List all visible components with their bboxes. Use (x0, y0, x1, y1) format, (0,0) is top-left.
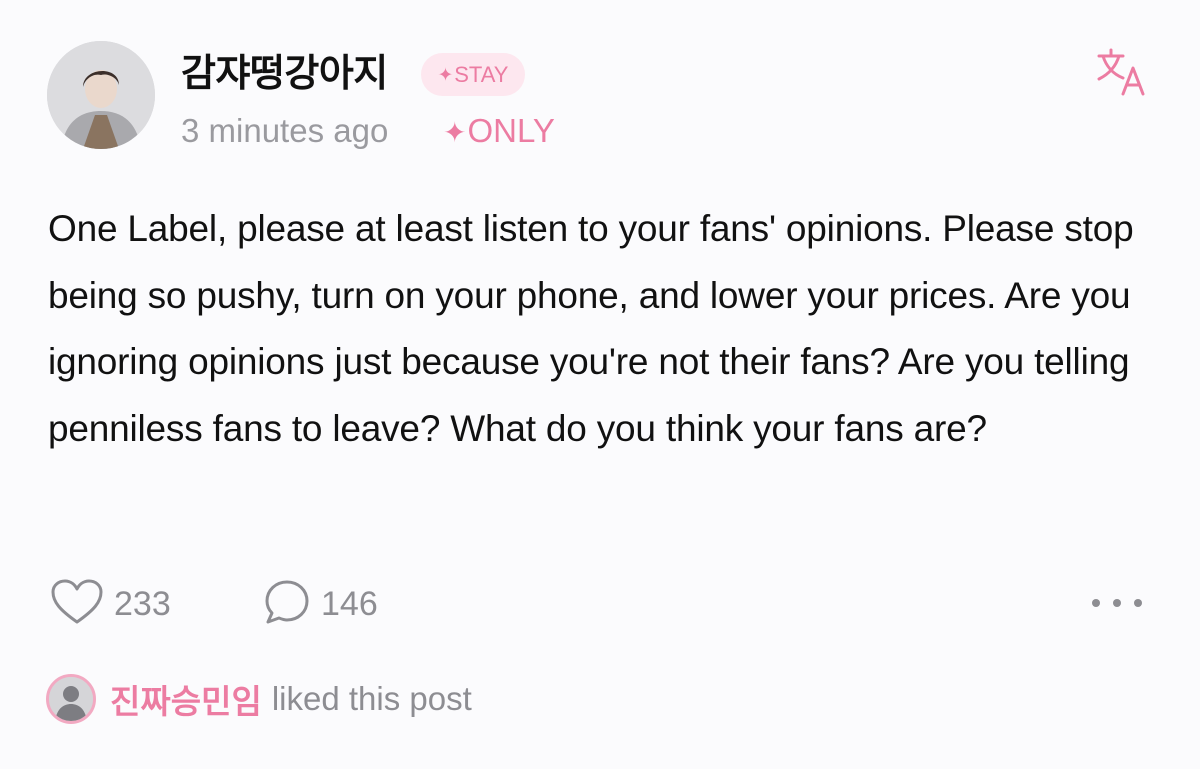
sparkle-icon: ✦ (437, 63, 454, 85)
translate-icon[interactable] (1097, 48, 1147, 96)
like-count: 233 (114, 585, 171, 623)
fan-badge: ✦ STAY (421, 53, 525, 96)
post-card: 감쟈떵강아지 ✦ STAY 3 minutes ago ✦ONLY One Lab… (0, 0, 1200, 769)
comment-count: 146 (321, 585, 378, 623)
badge-label: STAY (454, 61, 509, 87)
visibility-label: ONLY (467, 112, 555, 149)
post-body: One Label, please at least listen to you… (48, 208, 1134, 449)
sparkle-icon: ✦ (443, 117, 467, 148)
comment-button[interactable]: 146 (263, 578, 378, 630)
comment-bubble-icon[interactable] (263, 578, 311, 631)
like-button[interactable]: 233 (50, 578, 171, 630)
liker-avatar[interactable] (46, 674, 96, 724)
liked-text: liked this post (271, 680, 472, 717)
heart-icon[interactable] (50, 578, 104, 631)
author-username[interactable]: 감쟈떵강아지 (181, 48, 388, 100)
liked-by-row: 진짜승민임 liked this post (46, 671, 472, 727)
post-timestamp: 3 minutes ago (181, 112, 389, 149)
visibility-tag: ✦ONLY (443, 108, 555, 156)
more-dots-icon[interactable] (1090, 592, 1144, 614)
liker-name[interactable]: 진짜승민임 (110, 675, 262, 723)
author-avatar[interactable] (47, 41, 155, 149)
